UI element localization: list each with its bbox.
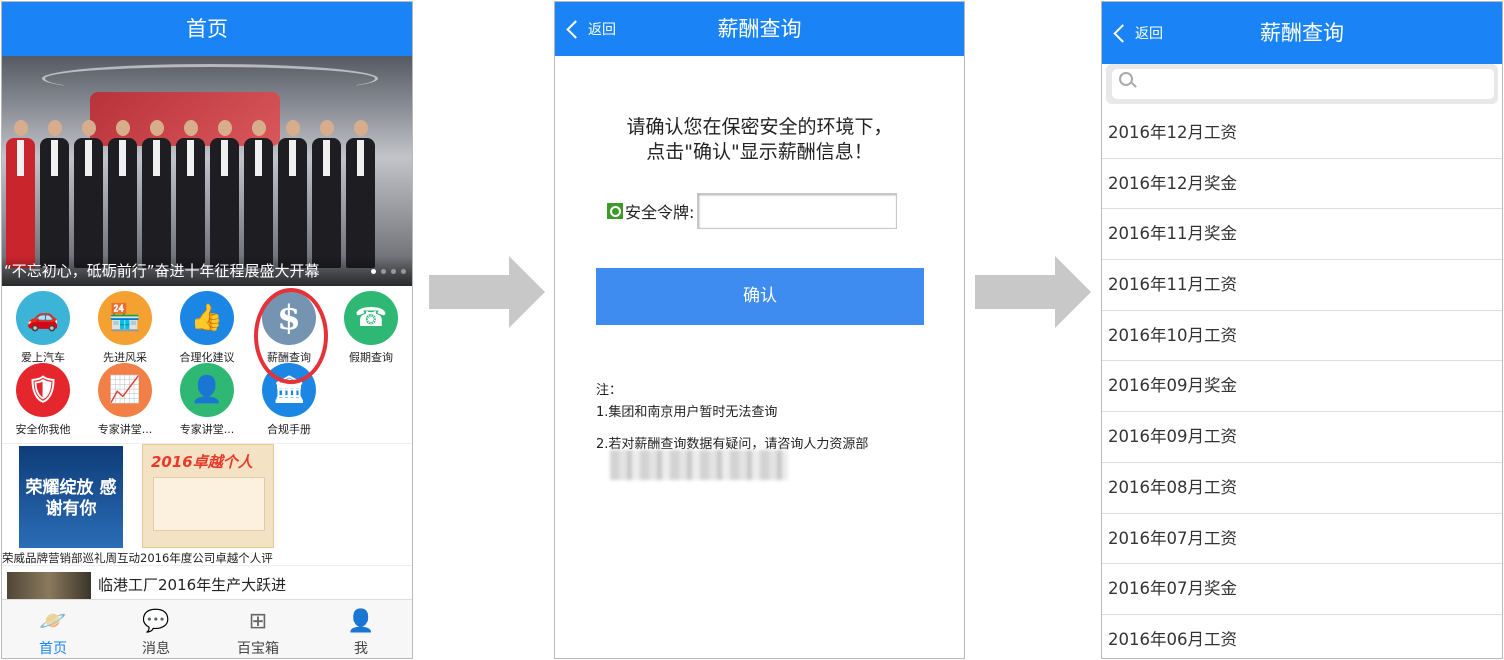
list-item[interactable]: 2016年07月奖金 — [1102, 564, 1502, 615]
chat-icon: 💬 — [142, 608, 170, 634]
user-icon: 👤 — [347, 608, 375, 634]
news-caption: 荣威品牌营销部巡礼周互动2016年度公司卓越个人评 — [2, 551, 273, 565]
bottom-tab-bar: 🪐 首页 💬 消息 ⊞ 百宝箱 👤 我 — [2, 599, 412, 658]
highlight-circle — [254, 288, 328, 384]
list-item[interactable]: 2016年09月奖金 — [1102, 361, 1502, 413]
tab-messages[interactable]: 💬 消息 — [115, 600, 197, 658]
search-input[interactable] — [1112, 69, 1494, 99]
security-notice: 请确认您在保密安全的环境下， 点击"确认"显示薪酬信息！ — [626, 116, 893, 163]
page-title: 薪酬查询 — [717, 17, 802, 41]
news-thumbnail: 荣耀绽放 感谢有你 — [19, 446, 123, 548]
redacted-contact — [610, 450, 788, 480]
token-row: 安全令牌: — [607, 193, 898, 229]
list-item[interactable]: 2016年11月工资 — [1102, 260, 1502, 311]
list-item[interactable]: 2016年09月工资 — [1102, 412, 1502, 463]
shop-icon: 🏪 — [98, 291, 152, 345]
grid-item-pioneer[interactable]: 🏪 先进风采 — [84, 291, 166, 365]
list-item[interactable]: 2016年11月奖金 — [1102, 209, 1502, 261]
list-item[interactable]: 2016年08月工资 — [1102, 463, 1502, 514]
token-label: 安全令牌: — [625, 203, 695, 222]
car-icon: 🚗 — [16, 291, 70, 345]
banner-caption: “不忘初心，砥砺前行”奋进十年征程展盛大开幕 — [2, 256, 412, 286]
list-item[interactable]: 2016年06月工资 — [1102, 615, 1502, 658]
clock-24-icon: ☎ — [344, 291, 398, 345]
home-screen: 首页 “不忘初心，砥砺前行”奋进十年征程展盛大开幕 🚗 爱上汽车 🏪 先进风采 — [1, 1, 413, 659]
salary-list: 2016年12月工资 2016年12月奖金 2016年11月奖金 2016年11… — [1102, 108, 1502, 658]
search-icon — [1119, 72, 1133, 86]
list-item[interactable]: 2016年12月工资 — [1102, 108, 1502, 159]
grid-item-suggestion[interactable]: 👍 合理化建议 — [166, 291, 248, 365]
grid-item-lecture-1[interactable]: 📈 专家讲堂... — [84, 363, 166, 437]
notes: 注： 1.集团和南京用户暂时无法查询 2.若对薪酬查询数据有疑问，请咨询人力资源… — [596, 383, 869, 452]
page-title: 薪酬查询 — [1260, 21, 1344, 45]
tab-home[interactable]: 🪐 首页 — [12, 600, 94, 658]
tab-me[interactable]: 👤 我 — [320, 600, 402, 658]
flow-arrow-icon — [429, 256, 545, 328]
home-header: 首页 — [2, 2, 412, 56]
salary-header: 返回 薪酬查询 — [555, 2, 964, 56]
token-icon — [607, 203, 623, 219]
page-title: 首页 — [186, 17, 228, 41]
carousel-dots[interactable] — [371, 269, 406, 274]
group-photo — [6, 120, 380, 268]
thumbs-up-icon: 👍 — [180, 291, 234, 345]
flow-arrow-icon — [975, 256, 1091, 328]
person-icon: 👤 — [180, 363, 234, 417]
planet-icon: 🪐 — [39, 608, 67, 634]
news-thumbnail: 2016卓越个人 — [142, 444, 274, 548]
list-item[interactable]: 2016年10月工资 — [1102, 311, 1502, 362]
confirm-button[interactable]: 确认 — [596, 268, 924, 325]
list-item[interactable]: 2016年12月奖金 — [1102, 159, 1502, 210]
grid-item-car[interactable]: 🚗 爱上汽车 — [2, 291, 84, 365]
chart-up-icon: 📈 — [98, 363, 152, 417]
list-item[interactable]: 2016年07月工资 — [1102, 514, 1502, 565]
shield-icon: 🛡 — [16, 363, 70, 417]
news-item[interactable]: 临港工厂2016年生产大跃进 — [2, 565, 412, 604]
salary-confirm-screen: 返回 薪酬查询 请确认您在保密安全的环境下， 点击"确认"显示薪酬信息！ 安全令… — [554, 1, 965, 659]
banner-image[interactable]: “不忘初心，砥砺前行”奋进十年征程展盛大开幕 — [2, 56, 412, 286]
tab-toolbox[interactable]: ⊞ 百宝箱 — [217, 600, 299, 658]
salary-list-header: 返回 薪酬查询 — [1102, 2, 1502, 64]
news-title: 临港工厂2016年生产大跃进 — [98, 576, 287, 594]
news-item[interactable]: 荣耀绽放 感谢有你 2016卓越个人 荣威品牌营销部巡礼周互动2016年度公司卓… — [2, 443, 412, 565]
salary-list-screen: 返回 薪酬查询 2016年12月工资 2016年12月奖金 2016年11月奖金… — [1101, 1, 1503, 659]
search-bar — [1106, 64, 1498, 104]
grid-icon: ⊞ — [248, 608, 268, 634]
grid-item-safety[interactable]: 🛡 安全你我他 — [2, 363, 84, 437]
grid-item-lecture-2[interactable]: 👤 专家讲堂... — [166, 363, 248, 437]
token-input[interactable] — [697, 193, 898, 229]
grid-item-vacation[interactable]: ☎ 假期查询 — [330, 291, 412, 365]
